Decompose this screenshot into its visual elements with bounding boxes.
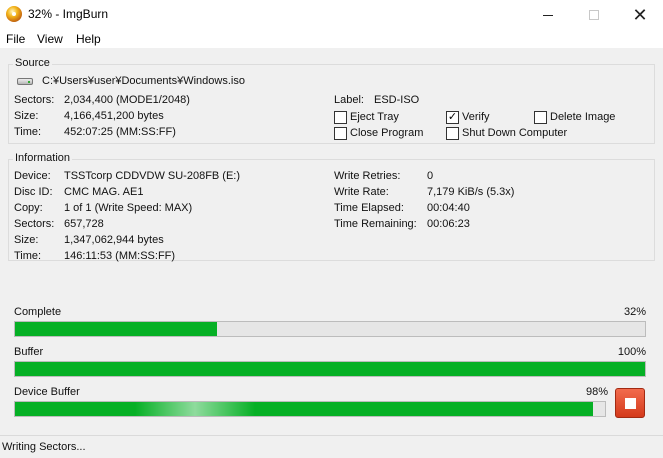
- menu-file[interactable]: File: [6, 32, 25, 46]
- close-icon: ✕: [632, 4, 648, 25]
- shut-down-computer-label[interactable]: Shut Down Computer: [462, 127, 567, 139]
- write-retries-value: 0: [427, 170, 434, 182]
- source-sectors-label: Sectors:: [14, 94, 55, 106]
- status-text: Writing Sectors...: [2, 441, 86, 453]
- source-time-label: Time:: [14, 126, 42, 138]
- close-program-checkbox[interactable]: [334, 127, 347, 140]
- buffer-progress-fill: [15, 362, 645, 376]
- buffer-percent: 100%: [617, 346, 646, 358]
- source-time-value: 452:07:25 (MM:SS:FF): [64, 126, 176, 138]
- source-path: C:¥Users¥user¥Documents¥Windows.iso: [42, 75, 245, 87]
- buffer-label: Buffer: [14, 346, 44, 358]
- minimize-button[interactable]: [525, 0, 571, 30]
- time-elapsed-value: 00:04:40: [427, 202, 470, 214]
- complete-percent: 32%: [623, 306, 646, 318]
- volume-label-value: ESD-ISO: [374, 94, 420, 106]
- close-button[interactable]: ✕: [617, 0, 663, 30]
- volume-label-label: Label:: [334, 94, 364, 106]
- device-buffer-progress-fill: [15, 402, 594, 416]
- buffer-progress-bar: [14, 361, 646, 377]
- window-title: 32% - ImgBurn: [28, 7, 109, 21]
- maximize-button[interactable]: [571, 0, 617, 30]
- checkmark-icon: ✓: [447, 111, 458, 123]
- complete-label: Complete: [14, 306, 62, 318]
- main-panel: Source C:¥Users¥user¥Documents¥Windows.i…: [0, 48, 663, 435]
- stop-icon: [624, 397, 636, 409]
- minimize-icon: [543, 14, 553, 16]
- source-size-value: 4,166,451,200 bytes: [64, 110, 164, 122]
- status-bar: Writing Sectors...: [0, 435, 663, 458]
- imgburn-app-icon: [6, 6, 22, 22]
- device-buffer-label: Device Buffer: [14, 386, 80, 398]
- menu-bar: File View Help: [0, 30, 663, 48]
- info-size-label: Size:: [14, 234, 39, 246]
- disc-id-label: Disc ID:: [14, 186, 53, 198]
- write-rate-value: 7,179 KiB/s (5.3x): [427, 186, 515, 198]
- optical-drive-icon: [17, 78, 33, 85]
- shut-down-computer-checkbox[interactable]: [446, 127, 459, 140]
- info-sectors-label: Sectors:: [14, 218, 55, 230]
- title-bar: 32% - ImgBurn ✕: [0, 0, 663, 30]
- device-buffer-percent: 98%: [586, 386, 609, 398]
- menu-help[interactable]: Help: [76, 32, 101, 46]
- menu-view[interactable]: View: [37, 32, 63, 46]
- delete-image-label[interactable]: Delete Image: [550, 111, 615, 123]
- close-program-label[interactable]: Close Program: [350, 127, 423, 139]
- stop-button[interactable]: [615, 388, 645, 418]
- device-label: Device:: [14, 170, 51, 182]
- source-size-label: Size:: [14, 110, 39, 122]
- info-time-label: Time:: [14, 250, 42, 262]
- time-elapsed-label: Time Elapsed:: [334, 202, 404, 214]
- device-buffer-progress-bar: [14, 401, 606, 417]
- info-time-value: 146:11:53 (MM:SS:FF): [64, 250, 176, 262]
- time-remaining-value: 00:06:23: [427, 218, 470, 230]
- eject-tray-label[interactable]: Eject Tray: [350, 111, 399, 123]
- info-size-value: 1,347,062,944 bytes: [64, 234, 164, 246]
- time-remaining-label: Time Remaining:: [334, 218, 417, 230]
- verify-checkbox[interactable]: ✓: [446, 111, 459, 124]
- info-sectors-value: 657,728: [64, 218, 104, 230]
- progress-glow: [135, 402, 255, 416]
- maximize-icon: [589, 10, 599, 20]
- delete-image-checkbox[interactable]: [534, 111, 547, 124]
- complete-progress-fill: [15, 322, 217, 336]
- copy-value: 1 of 1 (Write Speed: MAX): [64, 202, 193, 214]
- disc-id-value: CMC MAG. AE1: [64, 186, 144, 198]
- information-group-title: Information: [13, 152, 73, 164]
- copy-label: Copy:: [14, 202, 43, 214]
- eject-tray-checkbox[interactable]: [334, 111, 347, 124]
- device-value: TSSTcorp CDDVDW SU-208FB (E:): [64, 170, 241, 182]
- complete-progress-bar: [14, 321, 646, 337]
- write-retries-label: Write Retries:: [334, 170, 401, 182]
- verify-label[interactable]: Verify: [462, 111, 490, 123]
- write-rate-label: Write Rate:: [334, 186, 389, 198]
- source-sectors-value: 2,034,400 (MODE1/2048): [64, 94, 190, 106]
- source-group-title: Source: [13, 57, 52, 69]
